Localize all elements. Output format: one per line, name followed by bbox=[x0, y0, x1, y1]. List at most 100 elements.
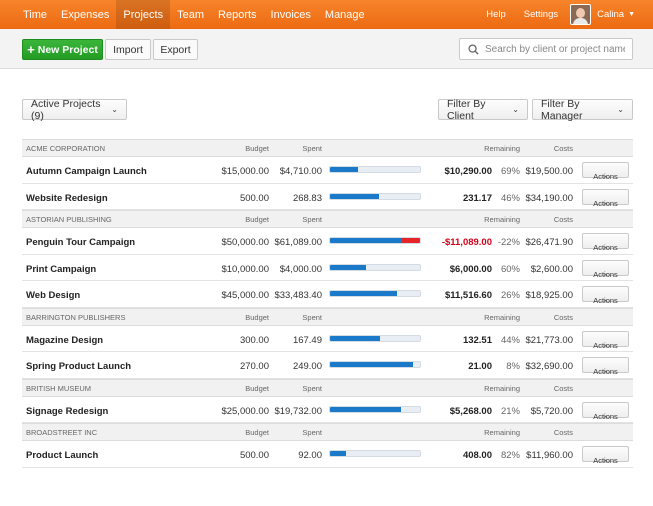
search-box[interactable] bbox=[459, 38, 633, 60]
user-menu[interactable]: Calina ▼ bbox=[597, 9, 653, 20]
budget-progress-fill bbox=[330, 238, 402, 243]
chevron-down-icon: ⌄ bbox=[111, 105, 118, 114]
nav-item-invoices[interactable]: Invoices bbox=[264, 0, 318, 29]
actions-button[interactable]: Actions ⌄ bbox=[582, 330, 629, 350]
project-name[interactable]: Spring Product Launch bbox=[26, 361, 131, 372]
client-name: British Museum bbox=[26, 383, 92, 393]
project-remaining-percent: 26% bbox=[500, 290, 520, 301]
nav-item-time[interactable]: Time bbox=[0, 0, 54, 29]
budget-progress-fill bbox=[330, 167, 358, 172]
client-name: Acme Corporation bbox=[26, 144, 106, 153]
remaining-header: Remaining bbox=[484, 312, 520, 322]
project-spent: $4,000.00 bbox=[279, 263, 322, 275]
plus-icon: + bbox=[27, 42, 35, 57]
nav-item-reports[interactable]: Reports bbox=[211, 0, 264, 29]
remaining-header: Remaining bbox=[484, 215, 520, 224]
project-remaining: 408.00 bbox=[462, 450, 492, 461]
budget-progress-bar bbox=[329, 405, 421, 413]
project-budget: $15,000.00 bbox=[221, 166, 269, 177]
project-name[interactable]: Penguin Tour Campaign bbox=[26, 237, 135, 248]
project-remaining: -$11,089.00 bbox=[441, 237, 492, 248]
table-row: Web Design $45,000.00 $33,483.40 $11,516.60… bbox=[22, 281, 633, 308]
budget-header: Budget bbox=[245, 312, 269, 322]
over-budget-fill bbox=[402, 238, 420, 243]
client-group-header: Barrington Publishers Budget Spent Remainin… bbox=[22, 307, 633, 326]
project-costs: $32,690.00 bbox=[525, 361, 573, 372]
table-row: Print Campaign $10,000.00 $4,000.00 $6,000.… bbox=[22, 255, 633, 281]
project-name[interactable]: Product Launch bbox=[26, 450, 98, 461]
project-spent: $61,089.00 bbox=[274, 237, 322, 248]
settings-link[interactable]: Settings bbox=[515, 9, 567, 20]
filter-manager-label: Filter By Manager bbox=[541, 97, 583, 122]
new-project-label: New Project bbox=[37, 43, 98, 56]
costs-header: Costs bbox=[553, 428, 573, 437]
project-name[interactable]: Autumn Campaign Launch bbox=[26, 166, 147, 177]
table-row: Penguin Tour Campaign $50,000.00 $61,089.0… bbox=[22, 228, 633, 255]
actions-button[interactable]: Actions ⌄ bbox=[582, 162, 629, 181]
costs-header: Costs bbox=[553, 312, 573, 322]
project-costs: $18,925.00 bbox=[525, 290, 573, 301]
project-name[interactable]: Website Redesign bbox=[26, 193, 108, 204]
budget-progress-bar bbox=[329, 192, 421, 200]
main-menu: Time Expenses Projects Team Reports Invoices M… bbox=[0, 0, 372, 29]
actions-button[interactable]: Actions ⌄ bbox=[582, 286, 629, 305]
top-nav: Time Expenses Projects Team Reports Invoices M… bbox=[0, 0, 653, 29]
nav-item-manage[interactable]: Manage bbox=[318, 0, 372, 29]
projects-table: Acme Corporation Budget Spent Remaining Cost… bbox=[22, 139, 633, 468]
project-name[interactable]: Print Campaign bbox=[26, 264, 96, 275]
project-remaining-percent: -22% bbox=[497, 237, 520, 248]
active-projects-dropdown[interactable]: Active Projects (9) ⌄ bbox=[22, 97, 127, 122]
chevron-down-icon: ⌄ bbox=[602, 199, 609, 206]
filter-by-manager-dropdown[interactable]: Filter By Manager ⌄ bbox=[532, 97, 633, 122]
project-remaining: $10,290.00 bbox=[444, 166, 492, 177]
nav-item-team[interactable]: Team bbox=[170, 0, 211, 29]
budget-progress-fill bbox=[330, 362, 413, 367]
actions-button[interactable]: Actions ⌄ bbox=[582, 357, 629, 376]
help-link[interactable]: Help bbox=[477, 9, 515, 20]
budget-progress-bar bbox=[329, 334, 421, 342]
avatar[interactable] bbox=[570, 4, 592, 25]
filter-client-label: Filter By Client bbox=[447, 97, 486, 122]
actions-button[interactable]: Actions ⌄ bbox=[582, 259, 629, 279]
table-row: Signage Redesign $25,000.00 $19,732.00 $5,2… bbox=[22, 397, 633, 423]
chevron-down-icon: ⌄ bbox=[602, 412, 609, 419]
import-button[interactable]: Import bbox=[105, 39, 151, 60]
budget-progress-fill bbox=[330, 335, 381, 341]
project-name[interactable]: Web Design bbox=[26, 290, 80, 301]
client-group-header: British Museum Budget Spent Remaining Costs bbox=[22, 378, 633, 397]
project-budget: $25,000.00 bbox=[221, 405, 269, 417]
actions-button[interactable]: Actions ⌄ bbox=[582, 446, 629, 465]
budget-header: Budget bbox=[245, 383, 269, 393]
toolbar: + New Project Import Export bbox=[0, 29, 653, 69]
active-projects-label: Active Projects (9) bbox=[31, 97, 101, 122]
project-budget: $45,000.00 bbox=[221, 290, 269, 301]
budget-progress-bar bbox=[329, 361, 421, 368]
project-name[interactable]: Magazine Design bbox=[26, 335, 103, 346]
chevron-down-icon: ⌄ bbox=[512, 105, 519, 114]
export-button[interactable]: Export bbox=[153, 39, 198, 60]
project-costs: $21,773.00 bbox=[525, 334, 573, 346]
project-remaining: $6,000.00 bbox=[449, 263, 492, 275]
budget-progress-fill bbox=[330, 291, 397, 296]
project-costs: $5,720.00 bbox=[530, 405, 573, 417]
nav-item-expenses[interactable]: Expenses bbox=[54, 0, 116, 29]
project-remaining-percent: 21% bbox=[500, 405, 520, 417]
remaining-header: Remaining bbox=[484, 144, 520, 153]
project-name[interactable]: Signage Redesign bbox=[26, 406, 108, 417]
chevron-down-icon: ⌄ bbox=[602, 297, 609, 303]
nav-item-projects[interactable]: Projects bbox=[116, 0, 171, 29]
filter-by-client-dropdown[interactable]: Filter By Client ⌄ bbox=[438, 97, 528, 122]
project-budget: 270.00 bbox=[239, 361, 269, 372]
project-spent: $4,710.00 bbox=[279, 166, 322, 177]
chevron-down-icon: ▼ bbox=[628, 11, 635, 18]
project-costs: $19,500.00 bbox=[525, 166, 573, 177]
spent-header: Spent bbox=[302, 144, 322, 153]
new-project-button[interactable]: + New Project bbox=[22, 39, 103, 60]
search-input[interactable] bbox=[485, 43, 625, 55]
actions-button[interactable]: Actions ⌄ bbox=[582, 188, 629, 208]
project-budget: 300.00 bbox=[239, 334, 269, 346]
chevron-down-icon: ⌄ bbox=[602, 457, 609, 463]
actions-button[interactable]: Actions ⌄ bbox=[582, 233, 629, 252]
project-remaining: $5,268.00 bbox=[449, 405, 492, 417]
actions-button[interactable]: Actions ⌄ bbox=[582, 401, 629, 421]
